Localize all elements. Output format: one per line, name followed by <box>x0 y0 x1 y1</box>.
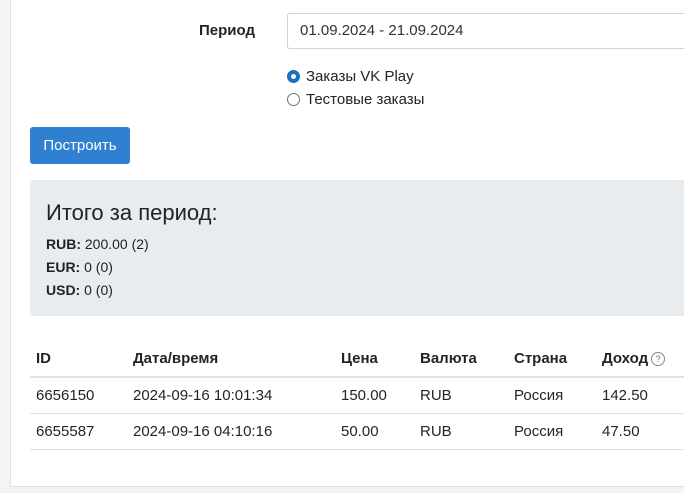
column-header-country: Страна <box>508 340 596 378</box>
radio-checked-icon[interactable] <box>287 70 300 83</box>
cell-currency: RUB <box>414 377 508 414</box>
summary-line-rub: RUB: 200.00 (2) <box>46 236 149 252</box>
summary-value: 0 (0) <box>80 282 113 298</box>
radio-option-vk-play-orders[interactable]: Заказы VK Play <box>287 68 414 85</box>
period-summary-box: Итого за период: RUB: 200.00 (2) EUR: 0 … <box>30 180 684 316</box>
summary-line-usd: USD: 0 (0) <box>46 282 113 298</box>
cell-price: 150.00 <box>335 377 414 414</box>
cell-id: 6655587 <box>30 413 127 450</box>
cell-price: 50.00 <box>335 413 414 450</box>
table-row: 6656150 2024-09-16 10:01:34 150.00 RUB Р… <box>30 377 684 414</box>
income-header-label: Доход <box>602 349 649 367</box>
table-header-row: ID Дата/время Цена Валюта Страна Доход? <box>30 340 684 378</box>
cell-income: 47.50 <box>596 413 684 450</box>
cell-datetime: 2024-09-16 10:01:34 <box>127 377 335 414</box>
summary-currency: RUB: <box>46 236 81 252</box>
summary-line-eur: EUR: 0 (0) <box>46 259 113 275</box>
period-date-range-input[interactable]: 01.09.2024 - 21.09.2024 <box>287 13 684 49</box>
cell-income: 142.50 <box>596 377 684 414</box>
summary-currency: EUR: <box>46 259 81 275</box>
radio-option-test-orders[interactable]: Тестовые заказы <box>287 91 424 108</box>
cell-currency: RUB <box>414 413 508 450</box>
summary-title: Итого за период: <box>46 200 218 225</box>
period-label: Период <box>199 22 255 39</box>
orders-table: ID Дата/время Цена Валюта Страна Доход? … <box>30 340 684 450</box>
radio-label-vk-play-orders[interactable]: Заказы VK Play <box>306 68 414 85</box>
column-header-datetime: Дата/время <box>127 340 335 378</box>
build-button[interactable]: Построить <box>30 127 130 164</box>
summary-currency: USD: <box>46 282 81 298</box>
column-header-currency: Валюта <box>414 340 508 378</box>
column-header-price: Цена <box>335 340 414 378</box>
cell-id: 6656150 <box>30 377 127 414</box>
summary-value: 0 (0) <box>80 259 113 275</box>
radio-label-test-orders[interactable]: Тестовые заказы <box>306 91 424 108</box>
cell-datetime: 2024-09-16 04:10:16 <box>127 413 335 450</box>
question-circle-icon[interactable]: ? <box>651 351 666 366</box>
cell-country: Россия <box>508 377 596 414</box>
cell-country: Россия <box>508 413 596 450</box>
summary-value: 200.00 (2) <box>81 236 149 252</box>
column-header-id: ID <box>30 340 127 378</box>
radio-unchecked-icon[interactable] <box>287 93 300 106</box>
table-row: 6655587 2024-09-16 04:10:16 50.00 RUB Ро… <box>30 413 684 450</box>
column-header-income: Доход? <box>596 340 684 378</box>
